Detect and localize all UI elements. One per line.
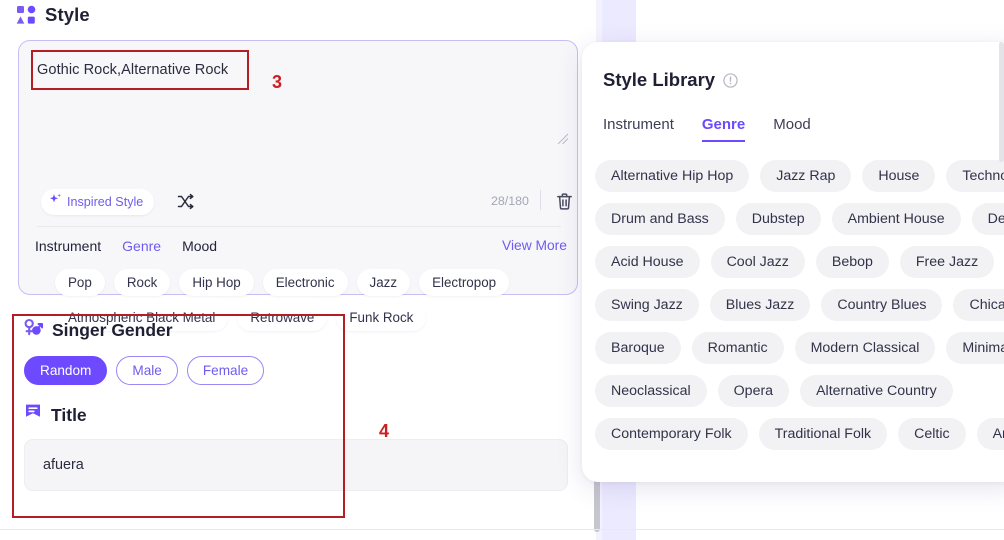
library-tag[interactable]: Chicago Blues bbox=[953, 289, 1004, 321]
library-tag-row: Baroque Romantic Modern Classical Minima… bbox=[595, 332, 1004, 364]
page-scrollbar-thumb[interactable] bbox=[999, 42, 1004, 162]
library-tag[interactable]: Alternative Country bbox=[800, 375, 953, 407]
shuffle-icon[interactable] bbox=[177, 193, 194, 215]
style-tag[interactable]: Electronic bbox=[262, 269, 348, 296]
style-library-header: Style Library bbox=[603, 69, 738, 91]
library-tag[interactable]: Ambient House bbox=[831, 203, 961, 235]
tag-row: Pop Rock Hip Hop Electronic Jazz Electro… bbox=[55, 269, 575, 296]
library-tag[interactable]: Techno bbox=[946, 160, 1004, 192]
library-tag[interactable]: Free Jazz bbox=[899, 246, 995, 278]
library-tag[interactable]: Bebop bbox=[815, 246, 889, 278]
tab-mood[interactable]: Mood bbox=[182, 238, 217, 254]
library-tag[interactable]: Swing Jazz bbox=[595, 289, 699, 321]
library-tag[interactable]: Blues Jazz bbox=[709, 289, 811, 321]
library-tag[interactable]: Contemporary Folk bbox=[595, 418, 748, 450]
annotation-number-3: 3 bbox=[272, 72, 283, 92]
character-counter: 28/180 bbox=[491, 194, 529, 208]
library-tag[interactable]: Celtic bbox=[898, 418, 966, 450]
card-divider bbox=[37, 226, 561, 227]
library-tab-instrument[interactable]: Instrument bbox=[603, 116, 674, 142]
page-title: Style bbox=[45, 4, 90, 25]
tab-genre[interactable]: Genre bbox=[122, 238, 161, 254]
library-tab-genre[interactable]: Genre bbox=[701, 116, 746, 142]
library-tag[interactable]: Dubstep bbox=[735, 203, 821, 235]
library-tag-row: Drum and Bass Dubstep Ambient House Deep… bbox=[595, 203, 1004, 235]
library-tab-mood[interactable]: Mood bbox=[773, 116, 811, 142]
library-tag[interactable]: Baroque bbox=[595, 332, 681, 364]
library-tag[interactable]: House bbox=[862, 160, 936, 192]
style-section-header: Style bbox=[16, 4, 90, 26]
library-tag[interactable]: Opera bbox=[717, 375, 790, 407]
tab-instrument[interactable]: Instrument bbox=[35, 238, 101, 254]
library-tag[interactable]: Americana bbox=[976, 418, 1004, 450]
style-library-tabs: Instrument Genre Mood bbox=[603, 116, 811, 142]
app-root: Style Gothic Rock,Alternative Rock Inspi… bbox=[0, 0, 1004, 540]
view-more-link[interactable]: View More bbox=[502, 238, 567, 253]
library-tag-row: Acid House Cool Jazz Bebop Free Jazz bbox=[595, 246, 1004, 278]
inspired-style-button[interactable]: Inspired Style bbox=[41, 189, 155, 215]
library-tag[interactable]: Alternative Hip Hop bbox=[595, 160, 750, 192]
style-tag[interactable]: Rock bbox=[113, 269, 171, 296]
style-tag[interactable]: Pop bbox=[55, 269, 105, 296]
library-tag[interactable]: Drum and Bass bbox=[595, 203, 725, 235]
library-tag[interactable]: Traditional Folk bbox=[758, 418, 888, 450]
style-tag[interactable]: Electropop bbox=[419, 269, 510, 296]
library-tag-row: Neoclassical Opera Alternative Country bbox=[595, 375, 1004, 407]
annotation-number-4: 4 bbox=[379, 421, 390, 441]
grid-shapes-icon bbox=[16, 5, 36, 25]
toolbar-divider bbox=[540, 190, 541, 210]
inspired-style-label: Inspired Style bbox=[67, 195, 144, 209]
library-tag[interactable]: Acid House bbox=[595, 246, 700, 278]
bottom-divider bbox=[0, 529, 1004, 530]
info-circle-icon[interactable] bbox=[723, 72, 738, 88]
library-tag[interactable]: Romantic bbox=[691, 332, 784, 364]
library-tag-row: Swing Jazz Blues Jazz Country Blues Chic… bbox=[595, 289, 1004, 321]
style-tag[interactable]: Jazz bbox=[356, 269, 411, 296]
style-library-title: Style Library bbox=[603, 69, 716, 90]
library-tag-row: Alternative Hip Hop Jazz Rap House Techn… bbox=[595, 160, 1004, 192]
library-tag[interactable]: Country Blues bbox=[821, 289, 943, 321]
library-tag[interactable]: Modern Classical bbox=[794, 332, 936, 364]
library-tag[interactable]: Jazz Rap bbox=[760, 160, 852, 192]
library-tag[interactable]: Minimalism bbox=[946, 332, 1004, 364]
library-tag-row: Contemporary Folk Traditional Folk Celti… bbox=[595, 418, 1004, 450]
sparkle-icon bbox=[49, 193, 62, 211]
style-card-toolbar: Inspired Style 28/180 bbox=[19, 189, 579, 219]
resize-handle-icon[interactable] bbox=[557, 133, 569, 145]
style-card-tabs: Instrument Genre Mood bbox=[35, 238, 217, 254]
annotation-box-3 bbox=[31, 50, 249, 90]
library-tag[interactable]: Neoclassical bbox=[595, 375, 707, 407]
trash-icon[interactable] bbox=[555, 192, 574, 216]
style-tag[interactable]: Hip Hop bbox=[179, 269, 254, 296]
style-library-tag-list: Alternative Hip Hop Jazz Rap House Techn… bbox=[595, 160, 1004, 461]
library-tag[interactable]: Cool Jazz bbox=[710, 246, 805, 278]
library-tag[interactable]: Deep House bbox=[971, 203, 1004, 235]
style-library-panel: Style Library Instrument Genre Mood Alte… bbox=[582, 42, 1004, 482]
annotation-box-4 bbox=[12, 314, 345, 518]
